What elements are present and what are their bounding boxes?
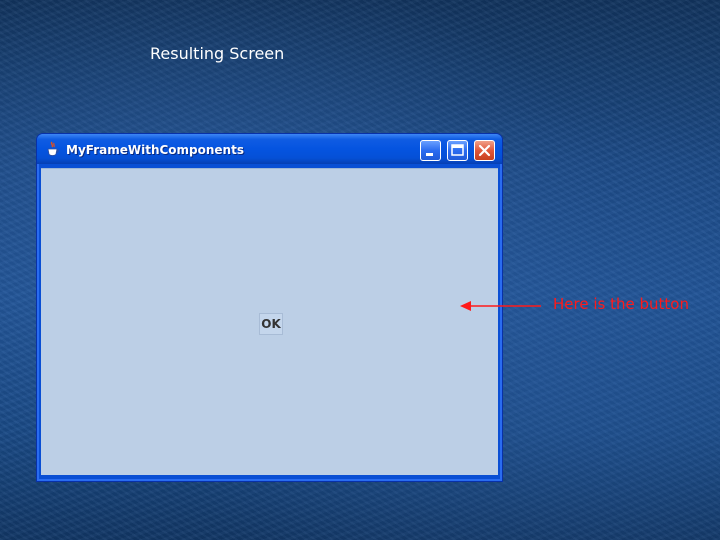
minimize-icon xyxy=(426,153,433,156)
close-icon xyxy=(478,144,491,157)
maximize-icon xyxy=(451,144,464,156)
window-title: MyFrameWithComponents xyxy=(66,143,244,157)
title-bar[interactable]: MyFrameWithComponents xyxy=(37,134,502,164)
ok-button[interactable]: OK xyxy=(259,313,283,335)
minimize-button[interactable] xyxy=(420,140,441,161)
close-button[interactable] xyxy=(474,140,495,161)
annotation-label: Here is the button xyxy=(553,295,689,313)
content-pane: OK xyxy=(41,168,498,475)
slide-title: Resulting Screen xyxy=(150,44,285,63)
arrow-left-icon xyxy=(460,301,541,311)
application-window: MyFrameWithComponents OK xyxy=(36,133,503,482)
java-cup-icon xyxy=(45,141,61,157)
maximize-button[interactable] xyxy=(447,140,468,161)
